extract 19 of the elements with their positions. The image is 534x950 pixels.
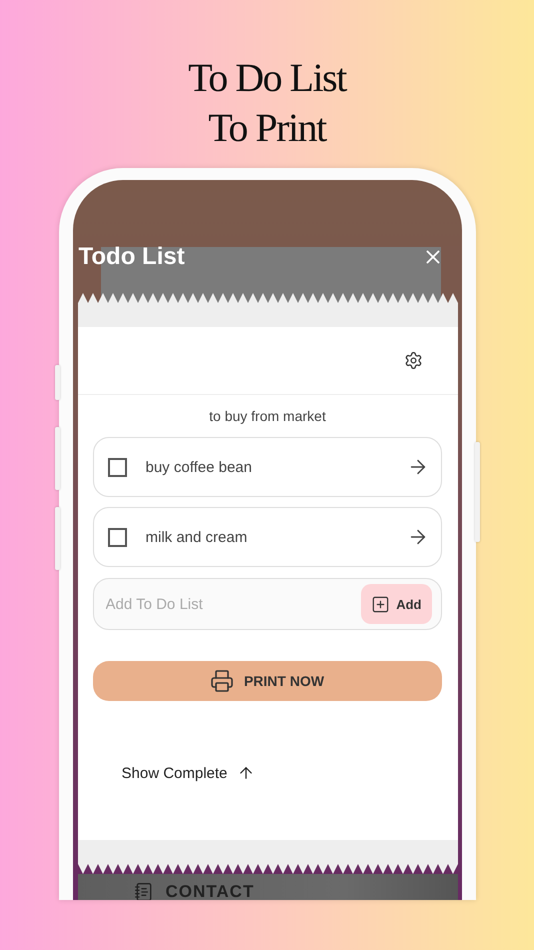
printer-icon <box>210 669 234 693</box>
show-complete-button[interactable]: Show Complete <box>122 764 256 782</box>
add-button[interactable]: Add <box>361 584 432 624</box>
headline: To Print <box>208 104 326 152</box>
todo-item[interactable]: milk and cream <box>92 507 442 567</box>
plus-square-icon <box>371 594 390 614</box>
list-name: to buy from market <box>208 407 327 426</box>
panel-title: Todo List <box>78 243 185 271</box>
checkbox[interactable] <box>108 528 126 546</box>
contact-label: CONTACT <box>166 882 254 900</box>
notebook-icon <box>134 882 154 900</box>
print-button[interactable]: PRINT NOW <box>92 661 442 701</box>
todo-text: milk and cream <box>146 528 248 546</box>
settings-icon[interactable] <box>404 351 422 370</box>
checkbox[interactable] <box>108 458 126 476</box>
todo-item[interactable]: buy coffee bean <box>92 437 442 497</box>
add-todo-field[interactable]: Add To Do List Add <box>92 578 442 630</box>
headline: To Do List <box>188 54 346 102</box>
todo-text: buy coffee bean <box>146 458 253 476</box>
